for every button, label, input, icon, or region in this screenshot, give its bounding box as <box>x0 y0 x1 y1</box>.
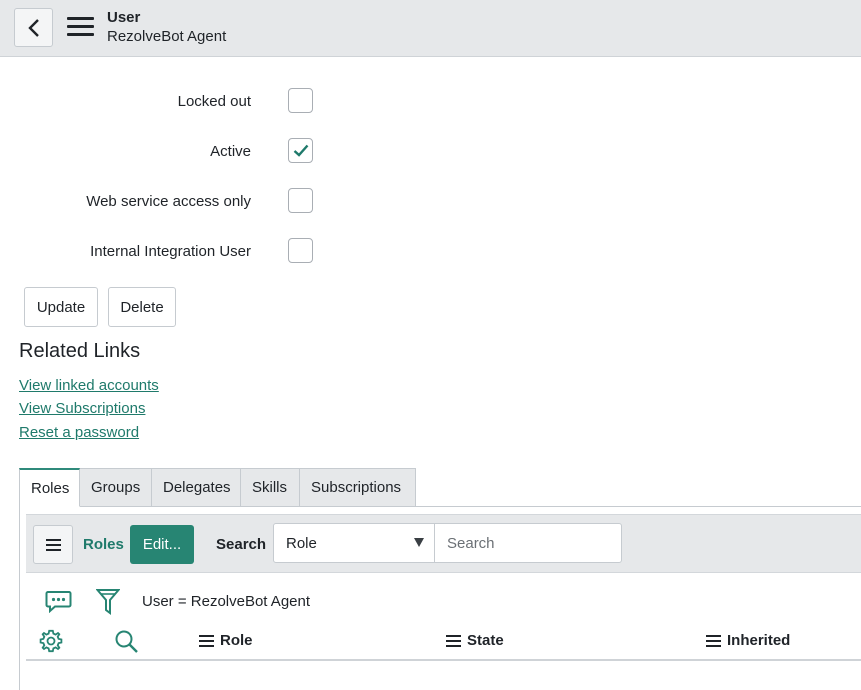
form-header: User RezolveBot Agent <box>0 0 861 57</box>
active-checkbox[interactable] <box>288 138 313 163</box>
gear-icon[interactable] <box>39 629 63 657</box>
filter-breadcrumb[interactable]: User = RezolveBot Agent <box>142 593 310 610</box>
internal-integration-label: Internal Integration User <box>90 243 251 260</box>
column-header-state[interactable]: State <box>446 632 504 649</box>
related-links-title: Related Links <box>19 340 141 362</box>
tab-delegates[interactable]: Delegates <box>152 468 241 507</box>
column-menu-icon <box>199 633 214 648</box>
column-inherited-label: Inherited <box>727 632 791 649</box>
column-state-label: State <box>467 632 504 649</box>
tab-skills[interactable]: Skills <box>241 468 300 507</box>
checkmark-icon <box>293 144 308 157</box>
view-linked-accounts-link[interactable]: View linked accounts <box>19 377 159 394</box>
tab-groups[interactable]: Groups <box>80 468 152 507</box>
chevron-left-icon <box>27 18 39 37</box>
locked-out-checkbox[interactable] <box>288 88 313 113</box>
search-field-select[interactable]: Role <box>273 523 435 563</box>
filter-icon[interactable] <box>95 588 121 619</box>
header-subtitle: RezolveBot Agent <box>107 28 227 45</box>
column-header-role[interactable]: Role <box>199 632 253 649</box>
form-row-internal-integration: Internal Integration User <box>0 238 861 268</box>
tabs-divider <box>415 506 861 507</box>
panel-border <box>19 506 20 690</box>
form-row-active: Active <box>0 138 861 168</box>
web-service-checkbox[interactable] <box>288 188 313 213</box>
header-title: User <box>107 9 141 26</box>
internal-integration-checkbox[interactable] <box>288 238 313 263</box>
hamburger-icon[interactable] <box>67 17 94 39</box>
activity-stream-icon[interactable] <box>45 590 72 617</box>
header-titles: User RezolveBot Agent <box>107 8 226 46</box>
related-list-tabs: Roles Groups Delegates Skills Subscripti… <box>19 468 416 507</box>
active-label: Active <box>210 143 251 160</box>
edit-button[interactable]: Edit... <box>130 525 194 564</box>
column-header-divider <box>26 659 861 661</box>
search-input[interactable] <box>434 523 622 563</box>
tab-roles[interactable]: Roles <box>19 468 80 507</box>
list-toolbar: Roles Edit... Search Role <box>26 514 861 573</box>
list-title[interactable]: Roles <box>83 536 124 553</box>
delete-button[interactable]: Delete <box>108 287 176 327</box>
caret-down-icon <box>414 538 424 547</box>
back-button[interactable] <box>14 8 53 47</box>
form-row-locked-out: Locked out <box>0 88 861 118</box>
column-header-inherited[interactable]: Inherited <box>706 632 790 649</box>
list-menu-icon[interactable] <box>33 525 73 564</box>
search-field-value: Role <box>286 535 317 552</box>
web-service-label: Web service access only <box>86 193 251 210</box>
view-subscriptions-link[interactable]: View Subscriptions <box>19 400 145 417</box>
locked-out-label: Locked out <box>177 93 251 110</box>
tab-subscriptions[interactable]: Subscriptions <box>300 468 416 507</box>
search-label: Search <box>216 536 267 553</box>
column-role-label: Role <box>220 632 253 649</box>
column-menu-icon <box>706 633 721 648</box>
update-button[interactable]: Update <box>24 287 98 327</box>
search-icon[interactable] <box>114 629 139 658</box>
form-row-web-service: Web service access only <box>0 188 861 218</box>
reset-password-link[interactable]: Reset a password <box>19 424 139 441</box>
column-menu-icon <box>446 633 461 648</box>
